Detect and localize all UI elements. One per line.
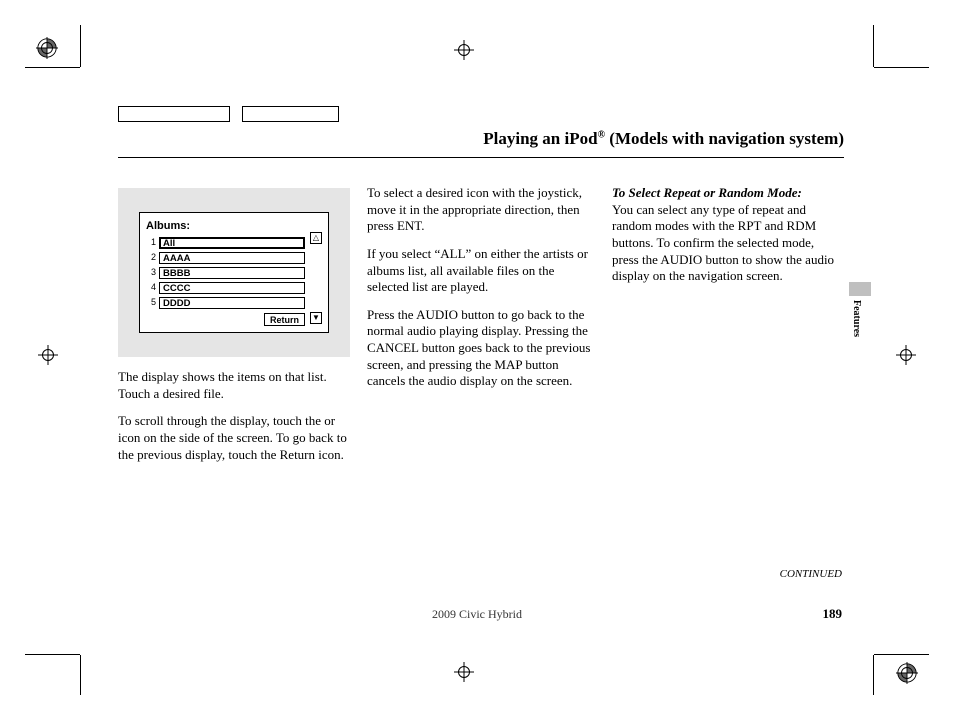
crop-mark <box>80 25 81 67</box>
column-1: Albums: 1 All 2 AAAA 3 BBBB 4 CCCC <box>118 188 350 474</box>
body-text: Press the AUDIO button to go back to the… <box>367 307 592 390</box>
screen-heading: Albums: <box>146 219 322 233</box>
body-text: To Select Repeat or Random Mode:You can … <box>612 185 840 285</box>
list-item[interactable]: 1 All <box>146 236 305 250</box>
body-text: The display shows the items on that list… <box>118 369 350 402</box>
list-item[interactable]: 5 DDDD <box>146 296 305 310</box>
continued-label: CONTINUED <box>780 568 842 580</box>
registration-target-icon <box>36 37 58 59</box>
header-placeholder-box <box>242 106 339 122</box>
subsection-heading: To Select Repeat or Random Mode: <box>612 185 802 200</box>
crop-mark <box>874 654 929 655</box>
header-placeholder-box <box>118 106 230 122</box>
page-number: 189 <box>823 606 843 622</box>
title-text-post: (Models with navigation system) <box>605 129 844 148</box>
list-item[interactable]: 2 AAAA <box>146 251 305 265</box>
section-label: Features <box>851 300 862 337</box>
crop-mark <box>874 67 929 68</box>
registered-mark: ® <box>598 129 605 140</box>
crop-mark <box>80 655 81 695</box>
crosshair-icon <box>454 662 474 682</box>
list-item[interactable]: 4 CCCC <box>146 281 305 295</box>
screen-illustration: Albums: 1 All 2 AAAA 3 BBBB 4 CCCC <box>118 188 350 357</box>
crop-mark <box>25 67 80 68</box>
section-tab <box>849 282 871 296</box>
scroll-down-icon[interactable]: ▼ <box>310 312 322 324</box>
return-button[interactable]: Return <box>264 313 305 326</box>
title-text-pre: Playing an iPod <box>483 129 597 148</box>
body-text: To scroll through the display, touch the… <box>118 413 350 463</box>
column-2: To select a desired icon with the joysti… <box>367 185 592 401</box>
registration-target-icon <box>896 662 918 684</box>
scroll-up-icon[interactable]: △ <box>310 232 322 244</box>
column-3: To Select Repeat or Random Mode:You can … <box>612 185 840 296</box>
crosshair-icon <box>38 345 58 365</box>
crop-mark <box>873 655 874 695</box>
body-text: If you select “ALL” on either the artist… <box>367 246 592 296</box>
crop-mark <box>25 654 80 655</box>
body-text: To select a desired icon with the joysti… <box>367 185 592 235</box>
list-item[interactable]: 3 BBBB <box>146 266 305 280</box>
footer-model: 2009 Civic Hybrid <box>0 607 954 622</box>
crosshair-icon <box>896 345 916 365</box>
crop-mark <box>873 25 874 67</box>
page-title: Playing an iPod® (Models with navigation… <box>118 129 844 158</box>
crosshair-icon <box>454 40 474 60</box>
